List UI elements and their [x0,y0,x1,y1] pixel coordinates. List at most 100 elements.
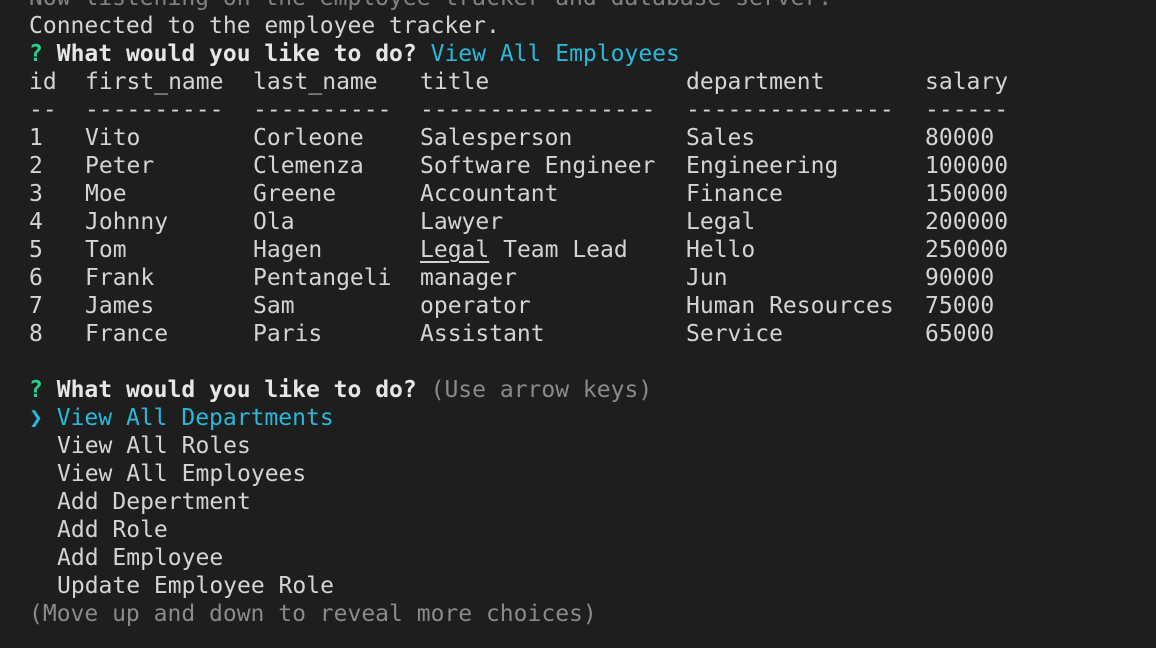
cell-last-name: Greene [253,181,337,207]
cell-salary: 80000 [925,125,995,151]
cell-id: 2 [29,153,43,179]
cell-title: Assistant [420,321,545,347]
cell-department: Engineering [686,153,839,179]
separator-id: -- [29,97,57,123]
cell-title: Accountant [420,181,559,207]
cell-first-name: Johnny [85,209,169,235]
separator-department: --------------- [686,97,894,123]
prompt-answer: View All Employees [430,41,680,67]
separator-first-name: ---------- [85,97,224,123]
cell-id: 8 [29,321,43,347]
cell-first-name: France [85,321,169,347]
choice-label: Add Employee [57,545,224,571]
menu-choice[interactable]: Update Employee Role [29,572,1139,600]
cell-last-name: Paris [253,321,323,347]
table-row: 7 James Sam operator Human Resources 750… [29,292,1139,320]
menu-choice[interactable]: Add Employee [29,544,1139,572]
table-row: 6 Frank Pentangeli manager Jun 90000 [29,264,1139,292]
table-row: 4 Johnny Ola Lawyer Legal 200000 [29,208,1139,236]
header-first-name: first_name [85,69,224,95]
cell-last-name: Hagen [253,237,323,263]
cell-department: Human Resources [686,293,894,319]
menu-choice-selected[interactable]: ❯ View All Departments [29,404,1139,432]
table-header-row: id first_name last_name title department… [29,68,1139,96]
cell-title: manager [420,265,517,291]
separator-salary: ------ [925,97,1009,123]
cell-salary: 150000 [925,181,1009,207]
header-last-name: last_name [253,69,378,95]
cell-salary: 200000 [925,209,1009,235]
table-separator-row: -- ---------- ---------- ---------------… [29,96,1139,124]
cell-first-name: Peter [85,153,155,179]
header-department: department [686,69,825,95]
terminal-output: Now listening on the employee tracker an… [29,0,1139,628]
prompt-line-2: ? What would you like to do? (Use arrow … [29,376,1139,404]
table-row: 8 France Paris Assistant Service 65000 [29,320,1139,348]
cell-salary: 100000 [925,153,1009,179]
separator-last-name: ---------- [253,97,392,123]
cell-last-name: Corleone [253,125,364,151]
question-mark-icon: ? [29,41,43,67]
cell-department: Legal [686,209,756,235]
cell-last-name: Sam [253,293,295,319]
menu-choice[interactable]: Add Role [29,516,1139,544]
cell-title: Software Engineer [420,153,656,179]
cell-last-name: Pentangeli [253,265,392,291]
cell-salary: 250000 [925,237,1009,263]
cell-salary: 65000 [925,321,995,347]
cell-department: Hello [686,237,756,263]
header-salary: salary [925,69,1009,95]
choice-label: Add Depertment [57,489,251,515]
cell-first-name: Frank [85,265,155,291]
cell-id: 6 [29,265,43,291]
choice-label: View All Roles [57,433,251,459]
menu-choice[interactable]: View All Roles [29,432,1139,460]
cell-last-name: Ola [253,209,295,235]
cell-title: operator [420,293,531,319]
cell-first-name: Tom [85,237,127,263]
header-title: title [420,69,490,95]
prompt-hint: (Use arrow keys) [430,377,653,403]
menu-choice[interactable]: Add Depertment [29,488,1139,516]
more-choices-hint: (Move up and down to reveal more choices… [29,601,597,627]
cell-id: 5 [29,237,43,263]
cell-title-underlined-word: Legal [420,237,490,263]
choice-label: Update Employee Role [57,573,334,599]
cell-department: Jun [686,265,728,291]
table-row: 3 Moe Greene Accountant Finance 150000 [29,180,1139,208]
choice-label: View All Departments [56,405,334,431]
cell-last-name: Clemenza [253,153,364,179]
choice-label: View All Employees [57,461,307,487]
cell-department: Service [686,321,783,347]
choice-label: Add Role [57,517,168,543]
cell-first-name: James [85,293,155,319]
cell-title: Lawyer [420,209,504,235]
cell-id: 7 [29,293,43,319]
cell-title-rest: Team Lead [489,237,628,263]
question-mark-icon: ? [29,377,43,403]
cell-department: Finance [686,181,783,207]
connected-message: Connected to the employee tracker. [29,13,500,39]
table-row: 5 Tom Hagen Legal Team Lead Hello 250000 [29,236,1139,264]
cell-salary: 90000 [925,265,995,291]
cell-id: 1 [29,125,43,151]
table-row: 1 Vito Corleone Salesperson Sales 80000 [29,124,1139,152]
cell-title: Salesperson [420,125,573,151]
cell-title: Legal Team Lead [420,236,628,264]
prompt-question: What would you like to do? [56,41,417,67]
prompt-line-1: ? What would you like to do? View All Em… [29,40,1139,68]
cell-first-name: Moe [85,181,127,207]
separator-title: ----------------- [420,97,656,123]
prompt-question: What would you like to do? [56,377,417,403]
header-id: id [29,69,57,95]
cell-id: 3 [29,181,43,207]
cell-first-name: Vito [85,125,141,151]
cell-id: 4 [29,209,43,235]
cell-department: Sales [686,125,756,151]
menu-choice[interactable]: View All Employees [29,460,1139,488]
pointer-chevron-icon: ❯ [29,405,43,431]
clipped-output-line: Now listening on the employee tracker an… [29,0,1139,12]
table-row: 2 Peter Clemenza Software Engineer Engin… [29,152,1139,180]
cell-salary: 75000 [925,293,995,319]
